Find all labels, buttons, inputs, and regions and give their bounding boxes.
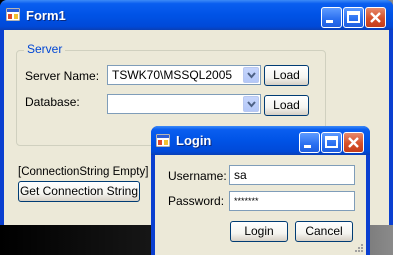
server-load-button[interactable]: Load — [264, 65, 309, 86]
server-name-label: Server Name: — [25, 69, 100, 83]
login-client-area: Username: sa Password: ******* Login Can… — [155, 155, 366, 255]
cancel-button[interactable]: Cancel — [295, 221, 353, 242]
login-close-button[interactable] — [343, 132, 364, 153]
minimize-icon — [304, 145, 311, 148]
resize-grip-icon[interactable] — [354, 243, 364, 253]
login-maximize-button[interactable] — [321, 132, 342, 153]
chevron-down-icon — [247, 101, 256, 108]
form-app-icon — [156, 134, 170, 147]
password-label: Password: — [168, 194, 225, 208]
minimize-button[interactable] — [321, 7, 342, 28]
maximize-icon — [325, 136, 338, 148]
username-label: Username: — [168, 169, 227, 183]
server-dropdown-button[interactable] — [243, 67, 259, 83]
minimize-icon — [326, 20, 333, 23]
username-input[interactable]: sa — [229, 165, 355, 185]
maximize-button[interactable] — [343, 7, 364, 28]
server-name-value: TSWK70\MSSQL2005 — [112, 68, 233, 82]
window-title: Form1 — [26, 8, 66, 23]
server-group-label: Server — [24, 42, 66, 56]
database-load-button[interactable]: Load — [264, 95, 309, 116]
database-dropdown-button[interactable] — [243, 96, 259, 112]
database-combobox[interactable] — [107, 94, 261, 114]
login-button[interactable]: Login — [230, 221, 288, 242]
close-icon — [370, 12, 381, 23]
password-input[interactable]: ******* — [229, 191, 355, 211]
login-dialog-title: Login — [176, 133, 212, 148]
login-dialog: Login Username: sa Password: ******* Log… — [151, 126, 370, 255]
close-button[interactable] — [365, 7, 386, 28]
chevron-down-icon — [247, 72, 256, 79]
connection-string-status: [ConnectionString Empty] — [18, 166, 149, 178]
get-connection-string-button[interactable]: Get Connection String — [18, 181, 140, 202]
database-label: Database: — [25, 95, 80, 109]
close-icon — [348, 137, 359, 148]
form-app-icon — [6, 8, 20, 21]
server-name-combobox[interactable]: TSWK70\MSSQL2005 — [107, 65, 261, 85]
login-minimize-button[interactable] — [299, 132, 320, 153]
login-title-bar[interactable]: Login — [151, 126, 370, 155]
maximize-icon — [347, 11, 360, 23]
main-title-bar[interactable]: Form1 — [0, 0, 393, 30]
